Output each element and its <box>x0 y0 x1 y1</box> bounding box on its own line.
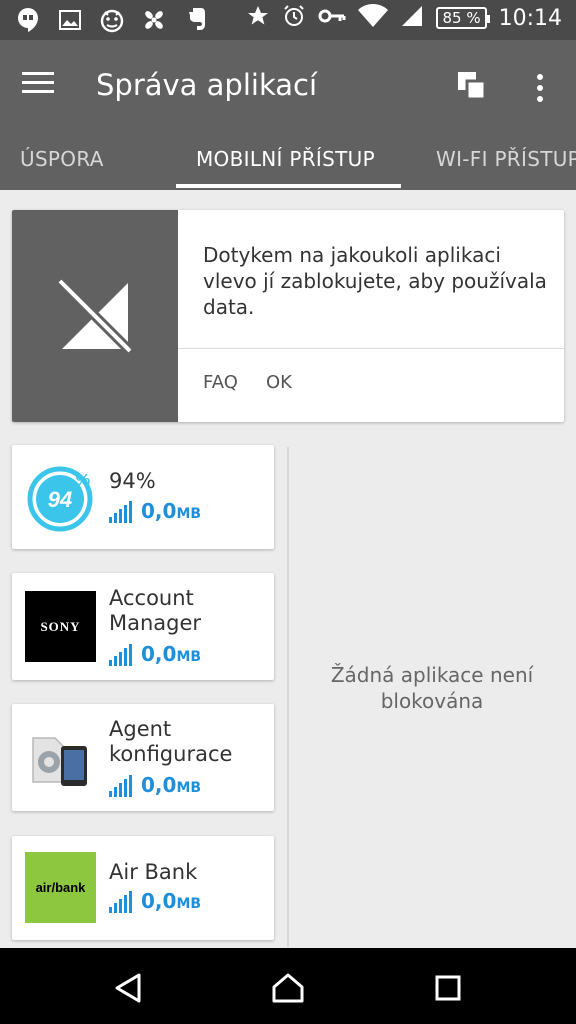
app-list-item-94[interactable]: 94 % 94% 0,0MB <box>12 445 274 549</box>
info-card: Dotykem na jakoukoli aplikaci vlevo jí z… <box>12 210 564 422</box>
data-usage: 0,0MB <box>109 642 201 666</box>
sony-icon: SONY <box>25 591 96 662</box>
signal-bars-icon <box>109 891 132 913</box>
back-icon[interactable] <box>106 966 150 1010</box>
sony-logo-text: SONY <box>40 618 81 634</box>
no-data-icon <box>56 277 134 355</box>
tab-mobilni-pristup[interactable]: MOBILNÍ PŘÍSTUP <box>196 135 375 190</box>
column-divider <box>287 447 289 947</box>
info-text: Dotykem na jakoukoli aplikaci vlevo jí z… <box>203 243 547 319</box>
air-bank-icon: air/bank <box>25 852 96 923</box>
faq-button[interactable]: FAQ <box>203 372 238 393</box>
config-agent-icon <box>25 722 96 793</box>
usage-unit: MB <box>176 506 202 522</box>
data-usage: 0,0MB <box>109 773 201 797</box>
evernote-notification-icon <box>182 6 210 34</box>
overlay-windows-icon[interactable] <box>454 68 494 108</box>
pinwheel-notification-icon <box>140 6 168 34</box>
signal-bars-icon <box>109 775 132 797</box>
app-name: Air Bank <box>109 860 198 884</box>
app-list-item-agent-konfigurace[interactable]: Agent konfigurace 0,0MB <box>12 704 274 811</box>
blocked-empty-text: Žádná aplikace není blokována <box>330 663 534 713</box>
status-bar: 85 % 10:14 <box>0 0 576 40</box>
android-mascot-notification-icon <box>98 6 126 34</box>
star-icon <box>246 4 270 32</box>
divider <box>178 348 564 349</box>
wifi-icon <box>358 4 389 32</box>
image-notification-icon <box>56 6 84 34</box>
more-options-icon[interactable] <box>522 68 558 108</box>
usage-value: 0,0 <box>141 889 177 913</box>
navigation-bar <box>0 948 576 1024</box>
signal-bars-icon <box>109 644 132 666</box>
tab-bar: ÚSPORA MOBILNÍ PŘÍSTUP WI-FI PŘÍSTUP <box>0 135 576 190</box>
svg-text:94: 94 <box>47 487 71 512</box>
recents-icon[interactable] <box>426 966 470 1010</box>
cell-signal-icon <box>400 4 424 32</box>
app-bar: Správa aplikací ÚSPORA MOBILNÍ PŘÍSTUP W… <box>0 40 576 190</box>
usage-unit: MB <box>176 780 202 796</box>
tab-wifi-pristup[interactable]: WI-FI PŘÍSTUP <box>436 135 576 190</box>
usage-unit: MB <box>176 896 202 912</box>
data-usage: 0,0MB <box>109 499 201 523</box>
app-list-item-account-manager[interactable]: SONY Account Manager 0,0MB <box>12 573 274 680</box>
signal-bars-icon <box>109 501 132 523</box>
usage-unit: MB <box>176 649 202 665</box>
94-percent-icon: 94 % <box>25 462 96 533</box>
info-icon-box <box>12 210 178 422</box>
ok-button[interactable]: OK <box>266 372 292 393</box>
active-tab-indicator <box>176 184 401 188</box>
usage-value: 0,0 <box>141 642 177 666</box>
data-usage: 0,0MB <box>109 889 201 913</box>
app-name: 94% <box>109 469 156 493</box>
air-bank-logo-text: air/bank <box>35 880 86 895</box>
usage-value: 0,0 <box>141 499 177 523</box>
home-icon[interactable] <box>266 966 310 1010</box>
app-name: Account Manager <box>109 586 202 635</box>
usage-value: 0,0 <box>141 773 177 797</box>
hangouts-notification-icon <box>14 6 42 34</box>
battery-indicator: 85 % <box>436 7 490 29</box>
svg-text:%: % <box>75 472 89 489</box>
tab-uspora[interactable]: ÚSPORA <box>20 135 104 190</box>
clock: 10:14 <box>498 5 562 31</box>
app-list-item-air-bank[interactable]: air/bank Air Bank 0,0MB <box>12 836 274 940</box>
vpn-key-icon <box>318 7 346 29</box>
alarm-icon <box>282 4 306 32</box>
app-name: Agent konfigurace <box>109 717 233 766</box>
hamburger-menu-icon[interactable] <box>22 66 66 110</box>
page-title: Správa aplikací <box>96 68 318 102</box>
